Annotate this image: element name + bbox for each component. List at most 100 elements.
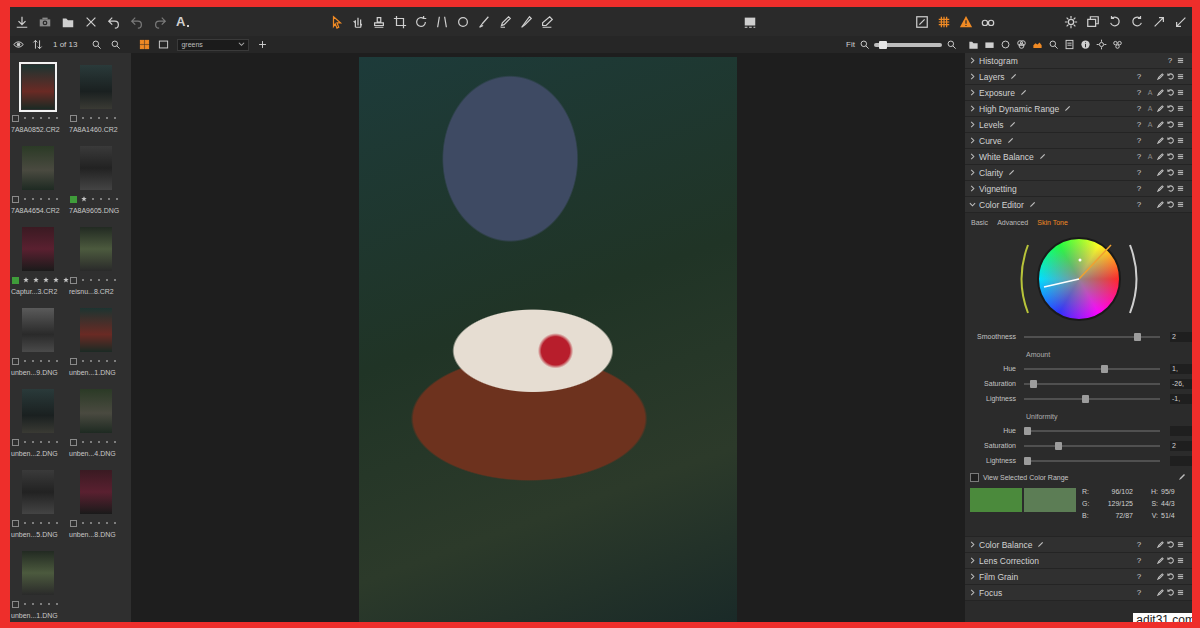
tool-header[interactable]: Color Editor? bbox=[965, 197, 1192, 213]
editor-tab[interactable]: Basic bbox=[971, 219, 988, 226]
thumbnail[interactable]: unben...1.DNG bbox=[11, 551, 69, 622]
help-button[interactable]: ? bbox=[1135, 152, 1143, 161]
slider-value[interactable] bbox=[1170, 426, 1192, 436]
pan-hand-icon[interactable] bbox=[351, 15, 365, 29]
pencil-icon[interactable] bbox=[1029, 201, 1036, 208]
color-label[interactable] bbox=[12, 358, 19, 365]
thumbnail[interactable]: unben...8.DNG bbox=[69, 470, 127, 551]
pencil-icon[interactable] bbox=[1064, 105, 1071, 112]
tool-header[interactable]: Focus? bbox=[965, 585, 1192, 601]
rating-dot[interactable] bbox=[106, 279, 108, 281]
keystone-icon[interactable] bbox=[435, 15, 449, 29]
rating-dot[interactable] bbox=[56, 441, 58, 443]
chevron-icon[interactable] bbox=[969, 121, 976, 128]
rating-dot[interactable] bbox=[32, 360, 34, 362]
rating-dot[interactable] bbox=[48, 117, 50, 119]
tool-tab-icon[interactable] bbox=[1080, 39, 1091, 50]
help-button[interactable]: ? bbox=[1135, 168, 1143, 177]
star-icon[interactable] bbox=[33, 277, 39, 283]
tool-header[interactable]: Layers? bbox=[965, 69, 1192, 85]
menu-icon[interactable] bbox=[1177, 73, 1184, 80]
tool-tab-icon[interactable] bbox=[1112, 39, 1123, 50]
rating-dot[interactable] bbox=[90, 360, 92, 362]
rating-dot[interactable] bbox=[82, 279, 84, 281]
rating-dot[interactable] bbox=[32, 603, 34, 605]
rating-dot[interactable] bbox=[32, 522, 34, 524]
thumbnail-image[interactable] bbox=[22, 470, 54, 514]
slider-track[interactable] bbox=[1024, 430, 1160, 432]
color-label[interactable] bbox=[12, 115, 19, 122]
help-button[interactable]: ? bbox=[1135, 572, 1143, 581]
rating-dot[interactable] bbox=[82, 117, 84, 119]
rating-dot[interactable] bbox=[24, 441, 26, 443]
local-adjust-icon[interactable] bbox=[1157, 589, 1164, 596]
color-label[interactable] bbox=[70, 520, 77, 527]
thumbnail-image[interactable] bbox=[22, 227, 54, 271]
text-tool-button[interactable]: A bbox=[176, 15, 189, 29]
slider-knob[interactable] bbox=[1024, 457, 1031, 465]
apply-adjustments-icon[interactable] bbox=[1174, 15, 1188, 29]
menu-icon[interactable] bbox=[1177, 169, 1184, 176]
rating-dot[interactable] bbox=[24, 360, 26, 362]
chevron-icon[interactable] bbox=[969, 89, 976, 96]
menu-icon[interactable] bbox=[1177, 89, 1184, 96]
rating-dot[interactable] bbox=[114, 522, 116, 524]
single-view-icon[interactable] bbox=[158, 39, 169, 50]
local-adjust-icon[interactable] bbox=[1157, 153, 1164, 160]
tool-tab-icon[interactable] bbox=[1048, 39, 1059, 50]
tool-header[interactable]: Vignetting? bbox=[965, 181, 1192, 197]
rating-dot[interactable] bbox=[98, 522, 100, 524]
rating-dot[interactable] bbox=[32, 441, 34, 443]
reset-icon[interactable] bbox=[1167, 589, 1174, 596]
rating-dot[interactable] bbox=[56, 360, 58, 362]
local-adjust-icon[interactable] bbox=[1157, 541, 1164, 548]
rating-dot[interactable] bbox=[32, 198, 34, 200]
tool-header[interactable]: Levels?A bbox=[965, 117, 1192, 133]
camera-icon[interactable] bbox=[38, 15, 52, 29]
tool-header[interactable]: Curve? bbox=[965, 133, 1192, 149]
thumbnail[interactable]: 7A8A0852.CR2 bbox=[11, 65, 69, 146]
color-label[interactable] bbox=[70, 358, 77, 365]
gradient-mask-icon[interactable] bbox=[498, 15, 512, 29]
tool-header[interactable]: High Dynamic Range?A bbox=[965, 101, 1192, 117]
rating-dot[interactable] bbox=[114, 360, 116, 362]
chevron-icon[interactable] bbox=[969, 589, 976, 596]
local-adjust-icon[interactable] bbox=[1157, 73, 1164, 80]
star-icon[interactable] bbox=[43, 277, 49, 283]
reset-icon[interactable] bbox=[1108, 15, 1122, 29]
rating-dot[interactable] bbox=[40, 198, 42, 200]
reset-icon[interactable] bbox=[1167, 185, 1174, 192]
search-icon[interactable] bbox=[110, 39, 121, 50]
tool-header[interactable]: Histogram? bbox=[965, 53, 1192, 69]
delete-icon[interactable] bbox=[84, 15, 98, 29]
rating-dot[interactable] bbox=[114, 279, 116, 281]
rating-dot[interactable] bbox=[40, 441, 42, 443]
rating-dot[interactable] bbox=[98, 360, 100, 362]
help-button[interactable]: ? bbox=[1135, 556, 1143, 565]
slider-track[interactable] bbox=[1024, 336, 1160, 338]
chevron-icon[interactable] bbox=[969, 541, 976, 548]
tool-tab-icon[interactable] bbox=[1016, 39, 1027, 50]
star-icon[interactable] bbox=[23, 277, 29, 283]
eye-icon[interactable] bbox=[13, 39, 24, 50]
pencil-icon[interactable] bbox=[1007, 137, 1014, 144]
slider-track[interactable] bbox=[1024, 445, 1160, 447]
thumbnail-image[interactable] bbox=[80, 389, 112, 433]
slider-track[interactable] bbox=[1024, 460, 1160, 462]
slider-knob[interactable] bbox=[1101, 365, 1108, 373]
stamp-icon[interactable] bbox=[372, 15, 386, 29]
help-button[interactable]: ? bbox=[1135, 540, 1143, 549]
menu-icon[interactable] bbox=[1177, 105, 1184, 112]
slider-knob[interactable] bbox=[1082, 395, 1089, 403]
rating-dot[interactable] bbox=[114, 117, 116, 119]
grid-view-icon[interactable] bbox=[139, 39, 150, 50]
thumbnail[interactable]: 7A8A4654.CR2 bbox=[11, 146, 69, 227]
tool-header[interactable]: Exposure?A bbox=[965, 85, 1192, 101]
undo-all-icon[interactable] bbox=[130, 15, 144, 29]
chevron-icon[interactable] bbox=[969, 573, 976, 580]
thumbnail[interactable]: unben...1.DNG bbox=[69, 308, 127, 389]
thumbnail[interactable]: unben...2.DNG bbox=[11, 389, 69, 470]
eraser-icon[interactable] bbox=[540, 15, 554, 29]
local-adjust-icon[interactable] bbox=[1157, 573, 1164, 580]
rating-dot[interactable] bbox=[56, 117, 58, 119]
